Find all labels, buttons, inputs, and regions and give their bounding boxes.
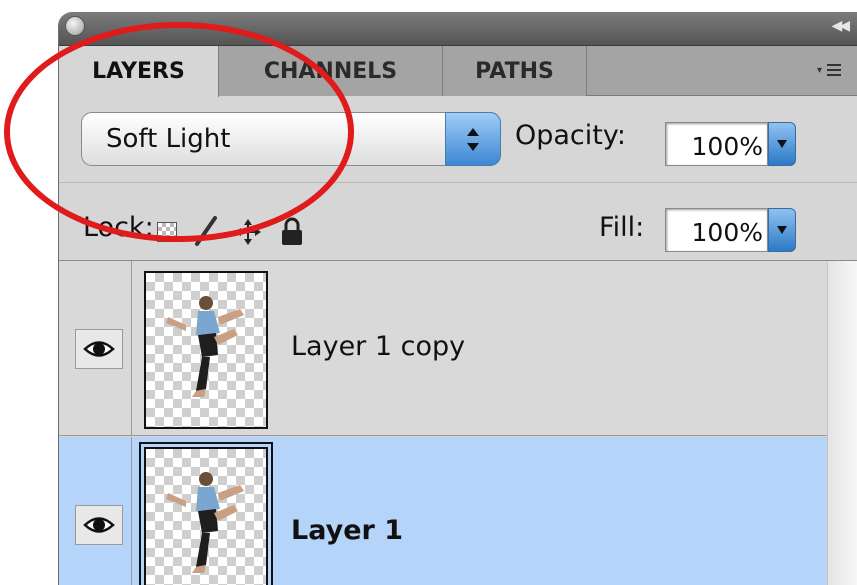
tab-paths[interactable]: PATHS — [443, 46, 587, 96]
opacity-input[interactable]: 100% — [665, 122, 768, 166]
layer-row-layer-1[interactable]: Layer 1 — [59, 437, 828, 585]
lock-all-icon[interactable] — [279, 217, 305, 247]
chevron-up-icon — [467, 128, 479, 136]
layer-name[interactable]: Layer 1 copy — [291, 331, 465, 362]
layers-panel: ◀◀ LAYERS CHANNELS PATHS ▾ Soft Light Op… — [58, 12, 857, 585]
layer-thumbnail[interactable] — [139, 442, 273, 585]
opacity-dropdown-button[interactable] — [768, 122, 796, 166]
figure-thumbnail-image — [166, 472, 244, 573]
layer-thumbnail[interactable] — [144, 271, 268, 429]
scrollbar[interactable] — [827, 261, 857, 585]
lock-label: Lock: — [83, 212, 154, 243]
menu-lines-icon — [827, 64, 841, 78]
fill-dropdown-button[interactable] — [768, 208, 796, 252]
layers-list: Layer 1 copy Layer 1 — [59, 260, 857, 585]
fill-value: 100% — [691, 218, 763, 247]
blend-mode-dropdown[interactable]: Soft Light — [81, 112, 501, 166]
fill-input[interactable]: 100% — [665, 208, 768, 252]
figure-thumbnail-image — [166, 296, 244, 397]
lock-transparent-pixels-icon[interactable] — [157, 222, 177, 242]
lock-position-icon[interactable] — [233, 217, 263, 247]
divider — [131, 437, 132, 585]
visibility-toggle[interactable] — [75, 505, 123, 545]
menu-arrow-icon: ▾ — [817, 65, 823, 76]
close-panel-button[interactable] — [65, 16, 85, 36]
visibility-toggle[interactable] — [75, 329, 123, 369]
lock-image-pixels-icon[interactable] — [193, 212, 219, 248]
opacity-value: 100% — [691, 132, 763, 161]
layer-row-layer-1-copy[interactable]: Layer 1 copy — [59, 261, 828, 436]
opacity-label: Opacity: — [515, 120, 626, 151]
chevron-down-icon — [467, 143, 479, 151]
blend-mode-value: Soft Light — [106, 124, 231, 154]
blend-mode-stepper[interactable] — [445, 112, 501, 166]
tab-channels[interactable]: CHANNELS — [219, 46, 443, 96]
eye-icon — [83, 341, 115, 357]
divider — [59, 182, 857, 183]
collapse-icon[interactable]: ◀◀ — [831, 17, 849, 34]
layer-name[interactable]: Layer 1 — [291, 515, 403, 546]
fill-label: Fill: — [599, 212, 645, 243]
divider — [131, 261, 132, 435]
panel-menu-button[interactable]: ▾ — [817, 62, 843, 82]
panel-tabs: LAYERS CHANNELS PATHS ▾ — [59, 46, 857, 97]
eye-icon — [83, 517, 115, 533]
tab-layers[interactable]: LAYERS — [59, 46, 219, 97]
panel-title-bar[interactable]: ◀◀ — [59, 12, 857, 46]
